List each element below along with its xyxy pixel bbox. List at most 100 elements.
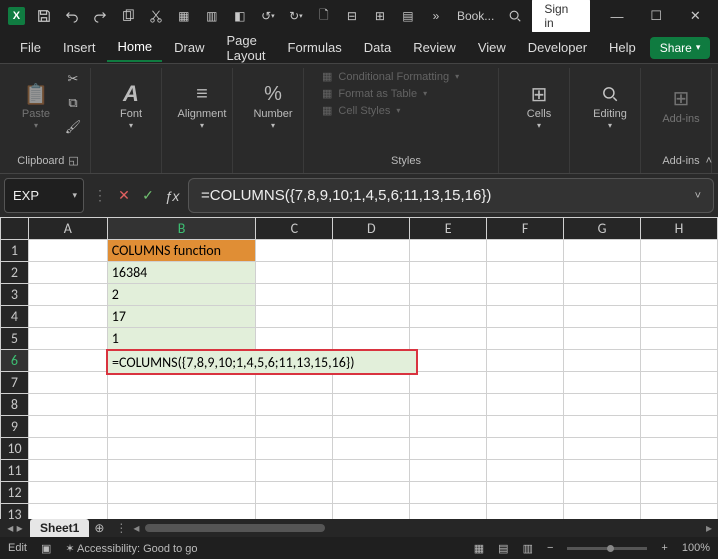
- zoom-level[interactable]: 100%: [682, 542, 710, 554]
- row-header-9[interactable]: 9: [1, 416, 29, 438]
- collapse-ribbon-icon[interactable]: ˄: [706, 155, 712, 167]
- view-pagelayout-icon[interactable]: ▤: [498, 542, 508, 555]
- row-header-10[interactable]: 10: [1, 438, 29, 460]
- qat-overflow-icon[interactable]: »: [423, 2, 449, 30]
- sheet-tab-1[interactable]: Sheet1: [30, 519, 89, 537]
- qat-btn-1[interactable]: ▦: [171, 2, 197, 30]
- tab-data[interactable]: Data: [354, 34, 401, 61]
- tab-view[interactable]: View: [468, 34, 516, 61]
- editing-button[interactable]: Editing: [588, 70, 632, 140]
- cut-mini-icon[interactable]: ✂: [64, 70, 82, 88]
- cell-editor[interactable]: =COLUMNS({7,8,9,10;1,4,5,6;11,13,15,16}): [106, 349, 418, 375]
- zoom-in-icon[interactable]: +: [661, 542, 667, 554]
- row-header-5[interactable]: 5: [1, 328, 29, 350]
- col-header-B[interactable]: B: [107, 218, 256, 240]
- col-header-C[interactable]: C: [256, 218, 333, 240]
- group-cells: ⊞ Cells: [509, 68, 570, 173]
- editing-icon: [601, 80, 619, 108]
- row-header-4[interactable]: 4: [1, 306, 29, 328]
- save-icon[interactable]: [31, 2, 57, 30]
- copy-mini-icon[interactable]: ⧉: [64, 94, 82, 112]
- row-header-2[interactable]: 2: [1, 262, 29, 284]
- col-header-E[interactable]: E: [410, 218, 487, 240]
- cell-B5[interactable]: 1: [107, 328, 256, 350]
- col-header-F[interactable]: F: [487, 218, 564, 240]
- cell-B4[interactable]: 17: [107, 306, 256, 328]
- cell-B2[interactable]: 16384: [107, 262, 256, 284]
- row-header-7[interactable]: 7: [1, 372, 29, 394]
- qat-btn-6[interactable]: 🗋: [311, 2, 337, 30]
- accessibility-status[interactable]: ✶ Accessibility: Good to go: [65, 542, 197, 555]
- fx-icon[interactable]: ƒx: [162, 188, 182, 204]
- cell-styles-button[interactable]: ▦ Cell Styles ▾: [322, 104, 472, 117]
- tab-formulas[interactable]: Formulas: [278, 34, 352, 61]
- sheet-nav[interactable]: ◂ ▸: [0, 521, 30, 535]
- col-header-A[interactable]: A: [28, 218, 107, 240]
- row-header-12[interactable]: 12: [1, 482, 29, 504]
- row-header-11[interactable]: 11: [1, 460, 29, 482]
- tab-page-layout[interactable]: Page Layout: [217, 27, 276, 69]
- tab-split-handle[interactable]: ⋮: [115, 521, 127, 535]
- document-title[interactable]: Book...: [457, 9, 494, 23]
- name-box[interactable]: EXP: [4, 178, 84, 213]
- tab-developer[interactable]: Developer: [518, 34, 597, 61]
- hscroll-thumb[interactable]: [145, 524, 325, 532]
- copy-icon[interactable]: [115, 2, 141, 30]
- col-header-G[interactable]: G: [564, 218, 641, 240]
- row-header-3[interactable]: 3: [1, 284, 29, 306]
- maximize-button[interactable]: ☐: [638, 2, 675, 30]
- share-button[interactable]: Share: [650, 37, 711, 59]
- alignment-icon: ≡: [196, 80, 208, 108]
- dialog-launcher-icon[interactable]: ◱: [68, 154, 78, 167]
- view-pagebreak-icon[interactable]: ▥: [523, 542, 533, 555]
- add-sheet-button[interactable]: ⊕: [89, 521, 109, 535]
- formula-text: =COLUMNS({7,8,9,10;1,4,5,6;11,13,15,16}): [201, 187, 491, 204]
- zoom-out-icon[interactable]: −: [547, 542, 553, 554]
- addins-button[interactable]: ⊞ Add-ins: [659, 70, 703, 140]
- minimize-button[interactable]: ―: [598, 2, 635, 30]
- view-normal-icon[interactable]: ▦: [474, 542, 484, 555]
- close-button[interactable]: ✕: [677, 2, 714, 30]
- zoom-slider[interactable]: [567, 547, 647, 550]
- expand-formula-icon[interactable]: ˅: [695, 190, 701, 202]
- conditional-formatting-button[interactable]: ▦ Conditional Formatting ▾: [322, 70, 472, 83]
- number-button[interactable]: % Number: [251, 70, 295, 140]
- tab-insert[interactable]: Insert: [53, 34, 106, 61]
- tab-draw[interactable]: Draw: [164, 34, 214, 61]
- tab-help[interactable]: Help: [599, 34, 646, 61]
- cells-button[interactable]: ⊞ Cells: [517, 70, 561, 140]
- cell-B3[interactable]: 2: [107, 284, 256, 306]
- col-header-D[interactable]: D: [333, 218, 410, 240]
- styles-label: Styles: [391, 155, 421, 167]
- formatpainter-icon[interactable]: 🖌: [64, 118, 82, 136]
- alignment-button[interactable]: ≡ Alignment: [180, 70, 224, 140]
- cancel-icon[interactable]: ✕: [114, 187, 134, 204]
- scroll-right-icon[interactable]: ▸: [706, 521, 712, 535]
- tab-file[interactable]: File: [10, 34, 51, 61]
- undo-icon[interactable]: [59, 2, 85, 30]
- macro-record-icon[interactable]: ▣: [41, 542, 51, 555]
- formula-bar[interactable]: =COLUMNS({7,8,9,10;1,4,5,6;11,13,15,16})…: [188, 178, 714, 213]
- redo-icon[interactable]: [87, 2, 113, 30]
- signin-button[interactable]: Sign in: [532, 0, 590, 33]
- tab-home[interactable]: Home: [107, 33, 162, 62]
- row-header-8[interactable]: 8: [1, 394, 29, 416]
- col-header-H[interactable]: H: [640, 218, 717, 240]
- scroll-left-icon[interactable]: ◂: [133, 521, 139, 535]
- qat-btn-7[interactable]: ⊟: [339, 2, 365, 30]
- search-icon[interactable]: [502, 2, 528, 30]
- tab-review[interactable]: Review: [403, 34, 466, 61]
- paste-button[interactable]: 📋 Paste: [14, 70, 58, 140]
- row-header-6[interactable]: 6: [1, 350, 29, 372]
- row-header-1[interactable]: 1: [1, 240, 29, 262]
- qat-btn-8[interactable]: ⊞: [367, 2, 393, 30]
- grid: A B C D E F G H 1COLUMNS function 216384…: [0, 217, 718, 537]
- cell-B1[interactable]: COLUMNS function: [107, 240, 256, 262]
- cut-icon[interactable]: [143, 2, 169, 30]
- font-button[interactable]: A Font: [109, 70, 153, 140]
- enter-icon[interactable]: ✓: [138, 187, 158, 204]
- qat-btn-5[interactable]: ↻▾: [283, 2, 309, 30]
- format-as-table-button[interactable]: ▦ Format as Table ▾: [322, 87, 472, 100]
- qat-btn-9[interactable]: ▤: [395, 2, 421, 30]
- select-all-corner[interactable]: [1, 218, 29, 240]
